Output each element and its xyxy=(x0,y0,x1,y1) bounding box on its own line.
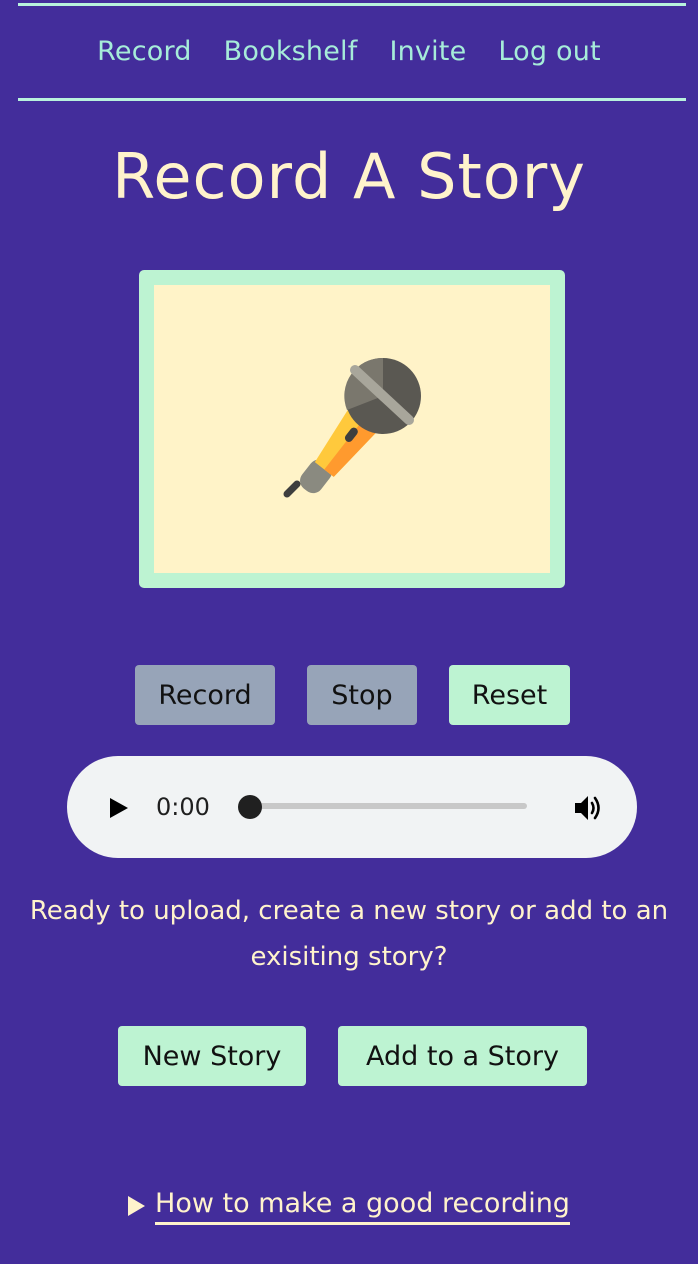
nav-link-record[interactable]: Record xyxy=(97,36,192,67)
volume-icon[interactable] xyxy=(572,792,604,824)
add-to-story-button[interactable]: Add to a Story xyxy=(338,1026,587,1086)
seek-handle[interactable] xyxy=(238,795,262,819)
nav-bottom-divider xyxy=(18,98,686,101)
recording-tips-disclosure: How to make a good recording xyxy=(0,1186,698,1225)
main-nav: Record Bookshelf Invite Log out xyxy=(0,28,698,74)
nav-link-bookshelf[interactable]: Bookshelf xyxy=(224,36,358,67)
recording-preview xyxy=(139,270,565,588)
record-button[interactable]: Record xyxy=(135,665,275,725)
nav-link-invite[interactable]: Invite xyxy=(389,36,466,67)
recording-tips-summary[interactable]: How to make a good recording xyxy=(155,1186,570,1225)
play-icon[interactable] xyxy=(106,796,130,820)
stop-button[interactable]: Stop xyxy=(307,665,417,725)
upload-prompt: Ready to upload, create a new story or a… xyxy=(29,896,669,972)
reset-button[interactable]: Reset xyxy=(449,665,570,725)
new-story-button[interactable]: New Story xyxy=(118,1026,306,1086)
seek-bar[interactable] xyxy=(250,803,527,809)
microphone-icon xyxy=(283,357,421,498)
nav-link-log-out[interactable]: Log out xyxy=(498,36,600,67)
recording-preview-inner xyxy=(154,285,550,573)
nav-top-divider xyxy=(18,3,686,6)
disclosure-triangle-icon[interactable] xyxy=(128,1195,146,1216)
page-title: Record A Story xyxy=(112,140,586,213)
current-time: 0:00 xyxy=(156,793,210,821)
